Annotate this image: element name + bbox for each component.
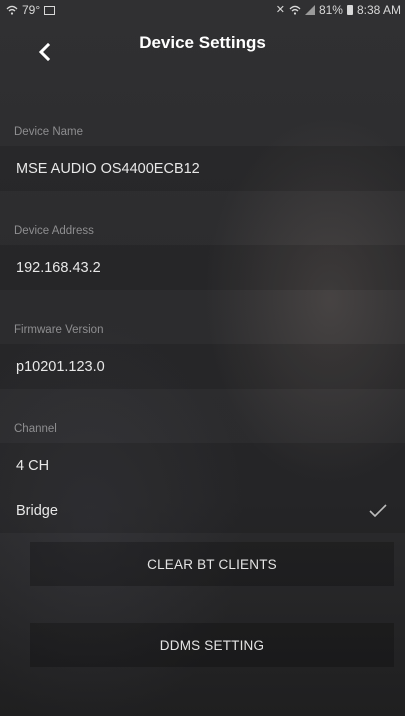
ddms-setting-button[interactable]: DDMS SETTING: [30, 623, 394, 667]
firmware-version-value: p10201.123.0: [16, 358, 105, 375]
signal-icon: [304, 5, 315, 15]
mute-icon: ✕: [275, 3, 285, 16]
channel-option-label: Bridge: [16, 502, 58, 519]
page-title: Device Settings: [139, 33, 266, 52]
channel-option-bridge[interactable]: Bridge: [0, 488, 405, 533]
app-header: Device Settings: [0, 20, 405, 92]
device-name-label: Device Name: [14, 126, 84, 138]
status-right: ✕ 81% 8:38 AM: [276, 3, 401, 17]
firmware-version-label: Firmware Version: [14, 324, 104, 336]
device-name-row[interactable]: MSE AUDIO OS4400ECB12: [0, 146, 405, 191]
battery-percent: 81%: [318, 3, 343, 17]
clock-time: 8:38 AM: [356, 3, 401, 17]
device-address-label: Device Address: [14, 225, 94, 237]
firmware-version-row: p10201.123.0: [0, 344, 405, 389]
battery-icon: [346, 5, 353, 15]
back-button[interactable]: [30, 38, 58, 66]
clear-bt-clients-button[interactable]: CLEAR BT CLIENTS: [30, 542, 394, 586]
channel-option-4ch[interactable]: 4 CH: [0, 443, 405, 488]
temperature-text: 79°: [22, 3, 41, 17]
chevron-left-icon: [38, 43, 51, 61]
wifi-icon: [6, 5, 18, 15]
status-bar: 79° ✕ 81% 8:38 AM: [0, 0, 405, 20]
wifi-icon: [289, 5, 301, 15]
device-address-value: 192.168.43.2: [16, 259, 101, 276]
device-address-row: 192.168.43.2: [0, 245, 405, 290]
screen: 79° ✕ 81% 8:38 AM Device Settings Device…: [0, 0, 405, 716]
status-left: 79°: [6, 3, 56, 17]
device-name-value: MSE AUDIO OS4400ECB12: [16, 160, 200, 177]
checkmark-icon: [369, 503, 387, 517]
image-notification-icon: [44, 5, 56, 15]
channel-option-label: 4 CH: [16, 457, 50, 474]
channel-label: Channel: [14, 423, 57, 435]
